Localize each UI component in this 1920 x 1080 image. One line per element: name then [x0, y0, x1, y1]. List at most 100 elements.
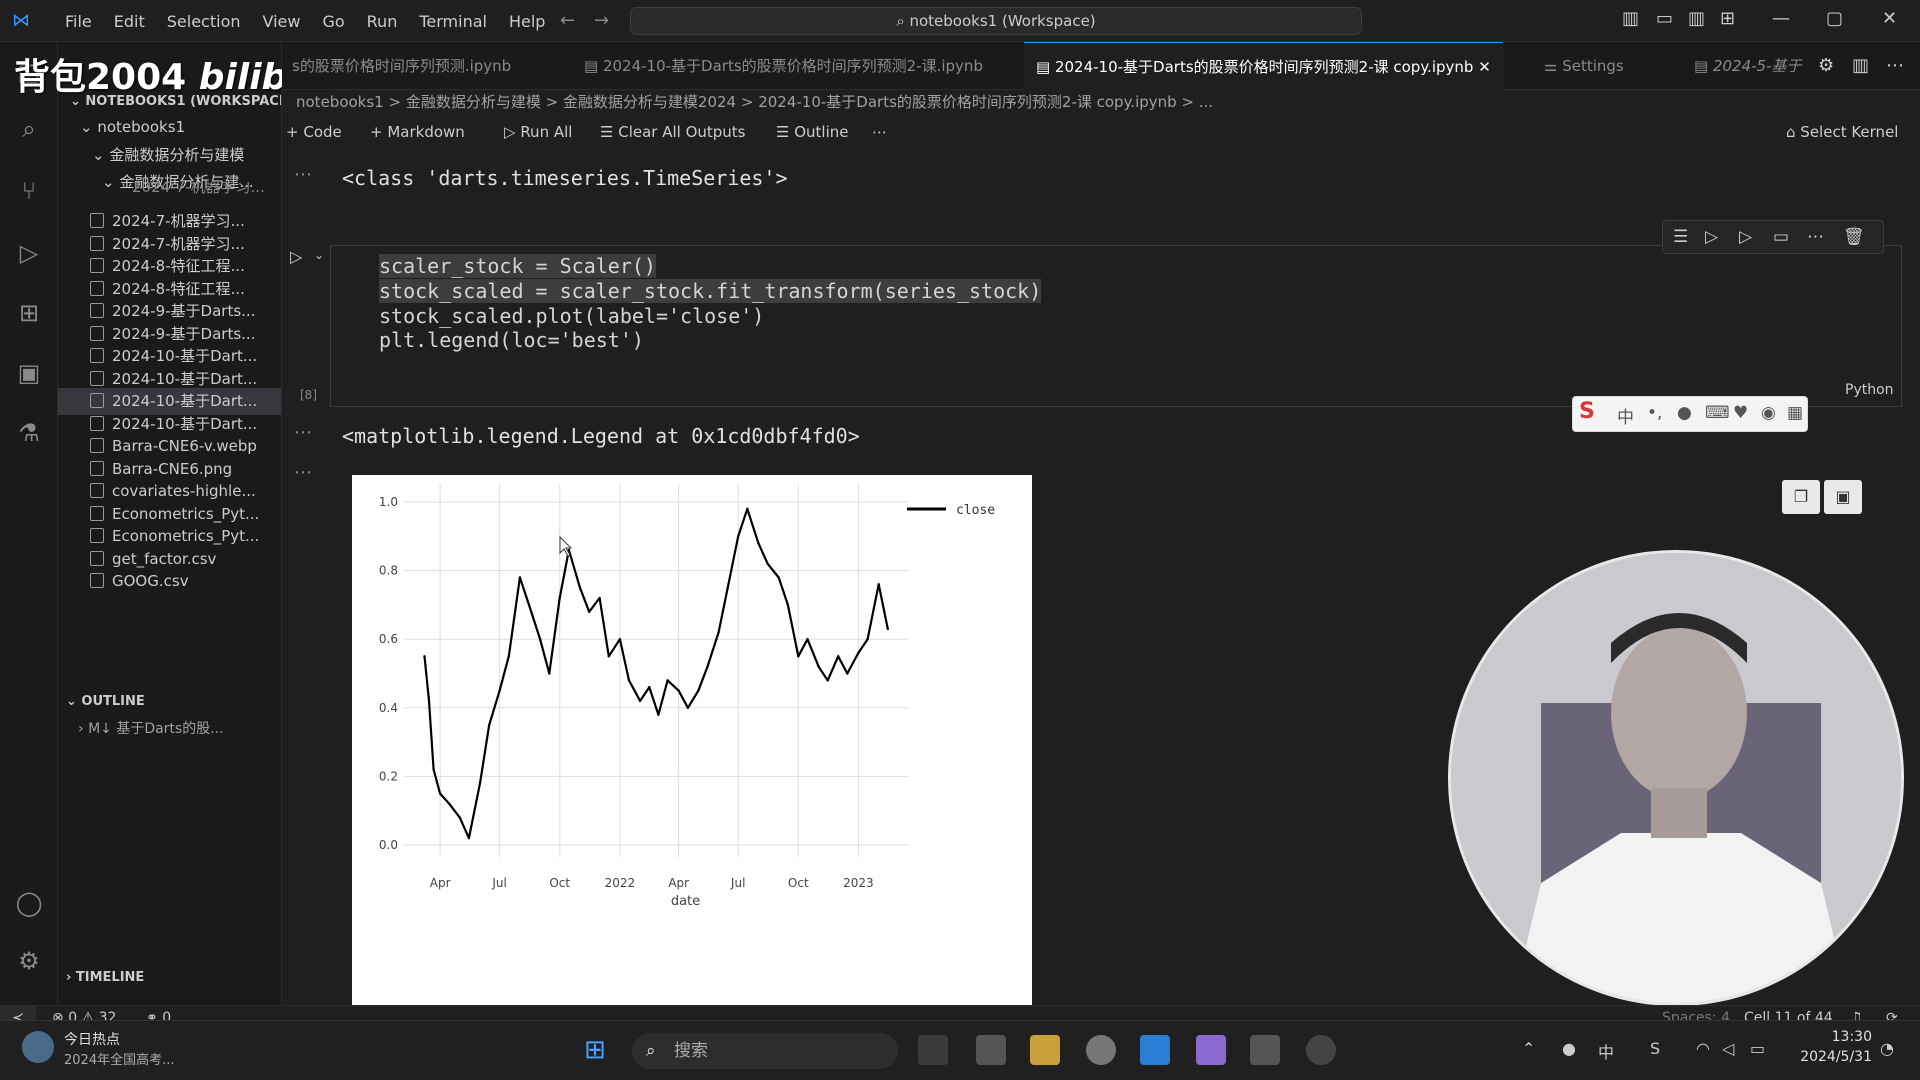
output-more-icon[interactable]: ⋯: [294, 422, 313, 443]
testing-icon[interactable]: ⚗: [14, 418, 44, 448]
tab-notebook-5[interactable]: ▤ 2024-5-基于: [1694, 42, 1802, 90]
clock-time[interactable]: 13:30: [1796, 1029, 1872, 1045]
tab-notebook-2[interactable]: ▤ 2024-10-基于Darts的股票价格时间序列预测2-课.ipynb: [574, 42, 983, 90]
tab-notebook-1[interactable]: s的股票价格时间序列预测.ipynb: [292, 42, 511, 90]
partial-file-item[interactable]: 2024-7-机器学习...: [58, 182, 281, 196]
code-line-4[interactable]: plt.legend(loc='best'): [379, 328, 644, 352]
skin-icon[interactable]: ♥: [1733, 403, 1748, 423]
close-window-icon[interactable]: ✕: [1882, 8, 1897, 29]
code-cell[interactable]: scaler_stock = Scaler() stock_scaled = s…: [330, 245, 1902, 407]
sogou-tray-icon[interactable]: S: [1650, 1039, 1660, 1058]
copy-output-button[interactable]: ❐: [1782, 480, 1820, 514]
execute-below-icon[interactable]: ▷: [1739, 227, 1752, 247]
clear-outputs-button[interactable]: ☰ Clear All Outputs: [600, 116, 746, 148]
extensions-icon[interactable]: ⊞: [14, 298, 44, 328]
clock-date[interactable]: 2024/5/31: [1790, 1049, 1872, 1065]
notification-center-icon[interactable]: ◔: [1880, 1039, 1894, 1058]
toggle-sidebar-icon[interactable]: ▥: [1622, 8, 1639, 29]
more-actions-icon[interactable]: ⋯: [1886, 55, 1904, 76]
menu-edit[interactable]: Edit: [103, 12, 156, 31]
run-by-line-icon[interactable]: ☰: [1673, 227, 1688, 247]
save-output-button[interactable]: ▣: [1824, 480, 1862, 514]
split-cell-icon[interactable]: ▭: [1773, 227, 1789, 247]
wps-icon[interactable]: [1250, 1035, 1280, 1065]
menu-go[interactable]: Go: [311, 12, 355, 31]
add-code-button[interactable]: + Code: [286, 116, 342, 148]
toolbox-icon[interactable]: ▦: [1787, 403, 1803, 423]
folder-finance[interactable]: ⌄ 金融数据分析与建模: [58, 142, 281, 169]
split-editor-icon[interactable]: ▥: [1852, 55, 1869, 76]
search-icon[interactable]: ⌕: [14, 114, 44, 144]
game-icon[interactable]: ◉: [1761, 403, 1776, 423]
menu-view[interactable]: View: [252, 12, 312, 31]
code-line-2[interactable]: stock_scaled = scaler_stock.fit_transfor…: [379, 279, 1042, 303]
account-icon[interactable]: ◯: [14, 888, 44, 918]
wifi-icon[interactable]: ◠: [1696, 1039, 1710, 1058]
forward-arrow-icon[interactable]: →: [594, 10, 609, 31]
file-item[interactable]: GOOG.csv: [58, 568, 281, 595]
task-view-icon[interactable]: [918, 1035, 948, 1065]
ime-tray-icon[interactable]: 中: [1598, 1039, 1614, 1063]
close-tab-icon[interactable]: ✕: [1478, 58, 1491, 76]
menu-selection[interactable]: Selection: [156, 12, 252, 31]
customize-layout-icon[interactable]: ⊞: [1720, 8, 1735, 29]
recorder-icon[interactable]: [1306, 1035, 1336, 1065]
start-menu-icon[interactable]: ⊞: [584, 1035, 606, 1065]
timeline-header[interactable]: › TIMELINE: [66, 970, 144, 985]
vscode-taskbar-icon[interactable]: [1140, 1035, 1170, 1065]
menu-help[interactable]: Help: [498, 12, 556, 31]
settings-gear-icon[interactable]: ⚙: [14, 946, 44, 976]
delete-cell-icon[interactable]: 🗑: [1843, 227, 1865, 247]
code-line-1[interactable]: scaler_stock = Scaler(): [379, 254, 656, 278]
keyboard-icon[interactable]: ⌨: [1705, 403, 1730, 423]
add-markdown-button[interactable]: + Markdown: [370, 116, 465, 148]
microphone-tray-icon[interactable]: ●: [1562, 1039, 1576, 1058]
cell-more-icon[interactable]: ⋯: [1807, 227, 1824, 247]
toggle-secondary-sidebar-icon[interactable]: ▥: [1688, 8, 1705, 29]
file-explorer-icon[interactable]: [1030, 1035, 1060, 1065]
menu-file[interactable]: File: [54, 12, 103, 31]
toggle-panel-icon[interactable]: ▭: [1656, 8, 1673, 29]
code-line-3[interactable]: stock_scaled.plot(label='close'): [379, 304, 764, 328]
app-icon[interactable]: [1196, 1035, 1226, 1065]
run-cell-icon[interactable]: ▷: [290, 247, 302, 266]
source-control-icon[interactable]: ⑂: [14, 176, 44, 206]
output-more-icon[interactable]: ⋯: [294, 462, 313, 483]
menu-run[interactable]: Run: [356, 12, 409, 31]
terminal-app-icon[interactable]: [976, 1035, 1006, 1065]
news-widget-icon[interactable]: [22, 1031, 54, 1063]
menu-terminal[interactable]: Terminal: [408, 12, 498, 31]
news-title[interactable]: 今日热点: [64, 1029, 120, 1049]
run-all-button[interactable]: ▷ Run All: [504, 116, 572, 148]
chevron-down-icon[interactable]: ⌄: [314, 248, 324, 262]
punctuation-icon[interactable]: •,: [1647, 403, 1662, 423]
cell-language[interactable]: Python: [1845, 382, 1894, 398]
command-center[interactable]: ⌕ notebooks1 (Workspace): [630, 7, 1362, 35]
taskbar-search[interactable]: ⌕ 搜索: [632, 1033, 898, 1069]
volume-icon[interactable]: ◁: [1722, 1039, 1734, 1058]
execute-above-icon[interactable]: ▷: [1705, 227, 1718, 247]
chrome-icon[interactable]: [1086, 1035, 1116, 1065]
tab-settings[interactable]: ⚌ Settings: [1544, 42, 1624, 90]
output-more-icon[interactable]: ⋯: [294, 164, 313, 185]
back-arrow-icon[interactable]: ←: [560, 10, 575, 31]
battery-icon[interactable]: ▭: [1750, 1039, 1765, 1058]
gear-icon[interactable]: ⚙: [1818, 55, 1834, 76]
more-toolbar-icon[interactable]: ⋯: [872, 116, 887, 148]
breadcrumb[interactable]: notebooks1 > 金融数据分析与建模 > 金融数据分析与建模2024 >…: [282, 90, 1920, 114]
run-debug-icon[interactable]: ▷: [14, 238, 44, 268]
microphone-icon[interactable]: ●: [1677, 403, 1692, 423]
news-subtitle[interactable]: 2024年全国高考...: [64, 1049, 174, 1068]
minimize-icon[interactable]: —: [1772, 8, 1790, 29]
select-kernel-button[interactable]: ⌂ Select Kernel: [1786, 116, 1898, 148]
tab-notebook-copy[interactable]: ▤ 2024-10-基于Darts的股票价格时间序列预测2-课 copy.ipy…: [1024, 42, 1503, 90]
chevron-up-icon[interactable]: ⌃: [1522, 1039, 1535, 1058]
remote-explorer-icon[interactable]: ▣: [14, 358, 44, 388]
outline-header[interactable]: ⌄ OUTLINE: [66, 694, 145, 709]
maximize-icon[interactable]: ▢: [1826, 8, 1843, 29]
outline-button[interactable]: ☰ Outline: [776, 116, 848, 148]
chinese-mode-icon[interactable]: 中: [1617, 403, 1634, 428]
folder-notebooks1[interactable]: ⌄ notebooks1: [58, 114, 281, 141]
sogou-logo-icon[interactable]: S: [1579, 399, 1595, 424]
outline-item[interactable]: › M↓ 基于Darts的股...: [58, 716, 281, 743]
